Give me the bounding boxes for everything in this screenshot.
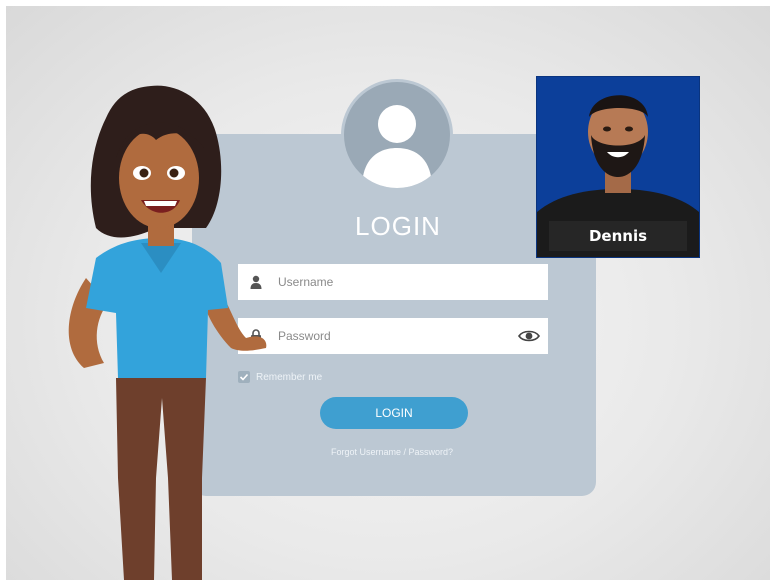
username-input[interactable] bbox=[278, 264, 498, 300]
username-field[interactable] bbox=[238, 264, 548, 300]
password-input[interactable] bbox=[278, 318, 498, 354]
forgot-credentials-link[interactable]: Forgot Username / Password? bbox=[292, 447, 492, 457]
webcam-video: Dennis bbox=[536, 76, 700, 258]
eye-icon[interactable] bbox=[518, 328, 540, 344]
password-field[interactable] bbox=[238, 318, 548, 354]
background-stage: LOGIN Remember me LOGIN Forgot Username … bbox=[6, 6, 770, 580]
cartoon-presenter bbox=[68, 85, 267, 580]
login-button[interactable]: LOGIN bbox=[320, 397, 468, 429]
webcam-name-tag: Dennis bbox=[549, 221, 687, 251]
avatar bbox=[344, 82, 450, 188]
login-title: LOGIN bbox=[355, 211, 441, 241]
user-silhouette-icon bbox=[362, 105, 432, 188]
